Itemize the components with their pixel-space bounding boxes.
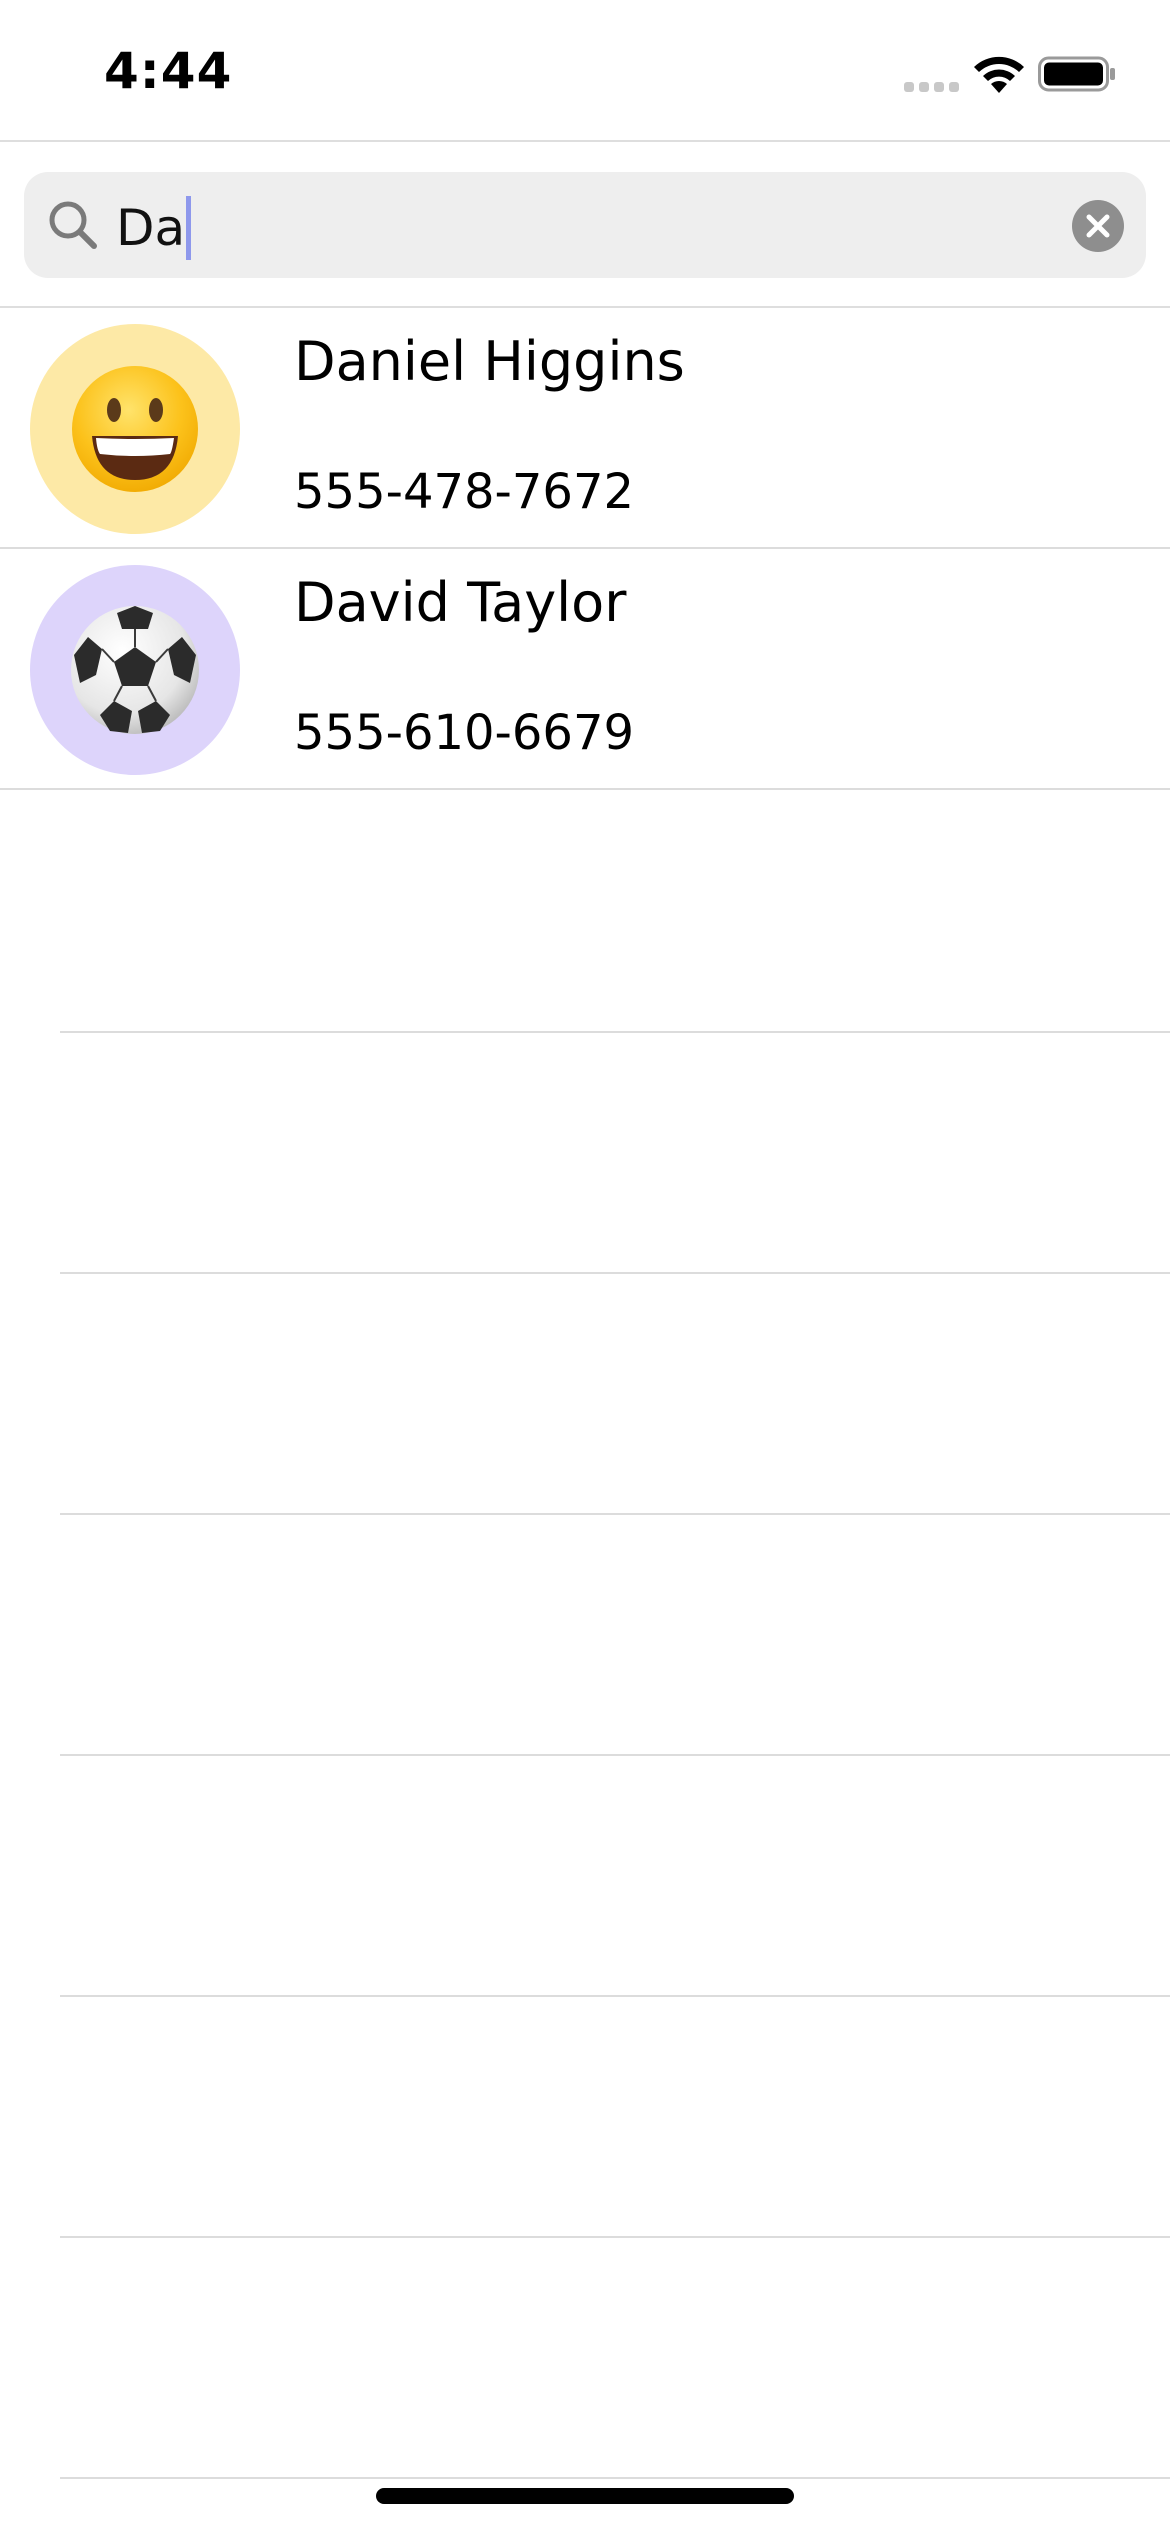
avatar [30, 565, 240, 775]
text-cursor [186, 196, 192, 260]
empty-row-separator [60, 1754, 1170, 1756]
contact-row[interactable]: Daniel Higgins 555-478-7672 [0, 308, 1170, 549]
empty-row-separator [60, 2477, 1170, 2479]
status-time: 4:44 [104, 42, 233, 100]
contact-phone: 555-610-6679 [294, 705, 635, 761]
empty-row-separator [60, 1272, 1170, 1274]
avatar [30, 324, 240, 534]
clear-search-button[interactable] [1072, 200, 1124, 252]
soccer-ball-emoji-icon [71, 606, 199, 734]
clear-icon [1086, 214, 1110, 238]
contacts-search-screen: 4:44 Da Daniel Higgins 555-478-7672 Davi… [0, 0, 1170, 2532]
home-indicator[interactable] [376, 2488, 794, 2504]
contact-name: David Taylor [294, 571, 627, 634]
grinning-face-emoji-icon [72, 366, 198, 492]
wifi-icon [974, 56, 1024, 93]
search-query-text: Da [116, 199, 186, 257]
empty-row-separator [60, 1995, 1170, 1997]
status-bar-divider [0, 140, 1170, 142]
empty-row-separator [60, 2236, 1170, 2238]
contact-name: Daniel Higgins [294, 330, 685, 393]
cellular-signal-icon [904, 82, 959, 92]
empty-row-separator [60, 1513, 1170, 1515]
empty-row-separator [60, 1031, 1170, 1033]
contact-row[interactable]: David Taylor 555-610-6679 [0, 549, 1170, 790]
search-bar[interactable]: Da [24, 172, 1146, 278]
contact-list: Daniel Higgins 555-478-7672 David Taylor… [0, 308, 1170, 790]
status-bar: 4:44 [0, 0, 1170, 140]
contact-phone: 555-478-7672 [294, 464, 635, 520]
search-icon [49, 201, 97, 249]
search-input[interactable]: Da [116, 196, 192, 260]
battery-icon [1038, 56, 1115, 92]
